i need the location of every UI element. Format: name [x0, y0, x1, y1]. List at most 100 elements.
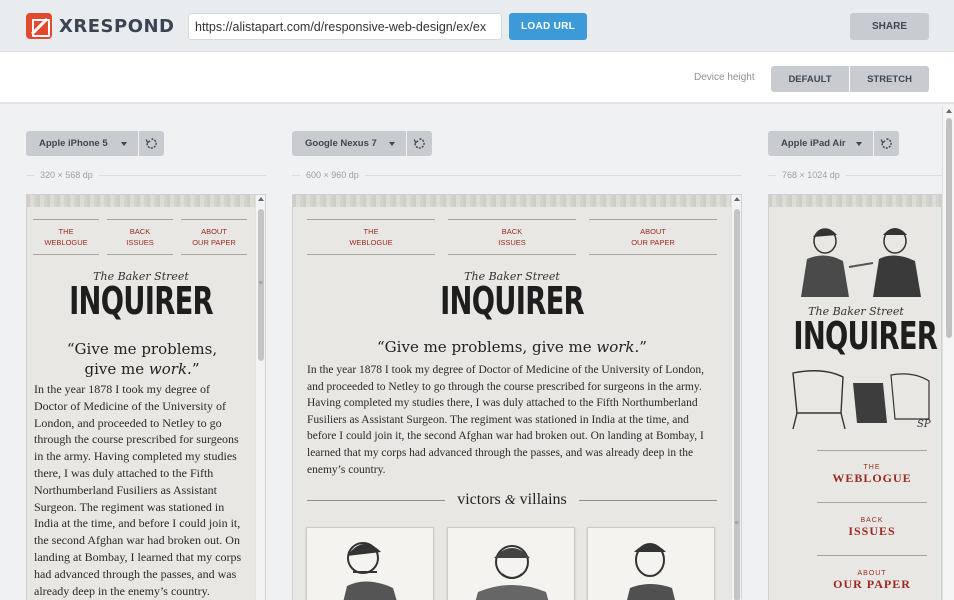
share-button[interactable]: SHARE — [850, 13, 929, 40]
workspace[interactable]: Apple iPhone 5 320 × 568 dp THE WEBLOGUE… — [0, 106, 954, 600]
nav-line2: ISSUES — [848, 524, 896, 538]
scroll-up-icon[interactable] — [258, 197, 264, 201]
dims-rule — [768, 174, 776, 176]
torn-edge — [769, 195, 941, 207]
nav-weblogue[interactable]: THE WEBLOGUE — [307, 219, 435, 255]
character-thumbnail[interactable] — [447, 527, 575, 600]
brand-main: INQUIRER — [440, 279, 585, 323]
section-rule — [578, 499, 718, 501]
nav-line2: WEBLOGUE — [349, 238, 393, 247]
character-thumbnail[interactable] — [306, 527, 434, 600]
quote-em: work. — [596, 338, 640, 356]
character-thumbnail[interactable] — [587, 527, 715, 600]
portrait-illustration — [343, 542, 397, 600]
section-heading: victors & villains — [307, 491, 718, 509]
nav-line2: OUR PAPER — [631, 238, 675, 247]
top-bar: XRESPOND LOAD URL SHARE — [0, 0, 954, 52]
nav-back-issues[interactable]: BACK ISSUES — [107, 219, 173, 255]
device-frame-iphone[interactable]: THE WEBLOGUE BACK ISSUES ABOUT OUR PAPER… — [26, 194, 266, 600]
scroll-thumb[interactable] — [734, 209, 740, 600]
device-height-bar: Device height DEFAULT STRETCH — [0, 52, 954, 104]
device-dims-nexus: 600 × 960 dp — [292, 170, 742, 180]
dims-rule — [845, 174, 942, 176]
grip-icon: ≡ — [258, 280, 263, 287]
site-viewport[interactable]: THE WEBLOGUE BACK ISSUES ABOUT OUR PAPER… — [27, 195, 255, 600]
section-rule — [307, 499, 446, 501]
xrespond-logo-icon — [26, 13, 52, 39]
device-dims-iphone: 320 × 568 dp — [26, 170, 266, 180]
portrait-illustration — [627, 543, 675, 600]
url-input[interactable] — [188, 13, 502, 40]
device-select-iphone[interactable]: Apple iPhone 5 — [26, 131, 138, 156]
site-nav: THE WEBLOGUE BACK ISSUES ABOUT OUR PAPER — [307, 219, 717, 255]
rotate-icon — [880, 138, 892, 149]
site-nav: THE WEBLOGUE BACK ISSUES ABOUT OUR PAPER — [33, 219, 247, 255]
rotate-button-ipad[interactable] — [874, 131, 899, 156]
frame-scrollbar[interactable]: ≡ — [731, 195, 741, 600]
nav-weblogue[interactable]: THE WEBLOGUE — [33, 219, 99, 255]
site-viewport[interactable]: THE WEBLOGUE BACK ISSUES ABOUT OUR PAPER… — [293, 195, 731, 600]
nav-line2: OUR PAPER — [192, 238, 236, 247]
nav-line2: OUR PAPER — [833, 577, 911, 591]
brand-main: INQUIRER — [69, 279, 214, 323]
nav-line1: BACK — [501, 227, 523, 236]
app-title: XRESPOND — [59, 15, 175, 37]
torn-edge — [27, 195, 255, 207]
page-scrollbar[interactable] — [942, 106, 954, 600]
dims-text: 600 × 960 dp — [306, 170, 359, 180]
site-masthead: The Baker Street INQUIRER — [293, 270, 731, 323]
nav-back-issues[interactable]: BACK ISSUES — [448, 219, 576, 255]
scroll-up-icon[interactable] — [734, 197, 740, 201]
nav-about[interactable]: ABOUT OUR PAPER — [589, 219, 717, 255]
nav-top-rule — [817, 450, 927, 451]
caret-down-icon — [389, 142, 395, 146]
rotate-button-nexus[interactable] — [407, 131, 432, 156]
brand-main: INQUIRER — [793, 314, 938, 358]
torn-edge — [293, 195, 731, 207]
dims-text: 768 × 1024 dp — [782, 170, 840, 180]
nav-line1: THE — [58, 227, 74, 236]
dims-text: 320 × 568 dp — [40, 170, 93, 180]
nav-line1: THE — [863, 464, 881, 471]
nav-line1: BACK — [129, 227, 151, 236]
device-name: Google Nexus 7 — [305, 138, 377, 149]
section-title-b: villains — [519, 491, 567, 508]
device-select-nexus[interactable]: Google Nexus 7 — [292, 131, 406, 156]
stretch-height-button[interactable]: STRETCH — [850, 66, 929, 92]
logo[interactable]: XRESPOND — [26, 13, 175, 39]
nav-about[interactable]: ABOUT OUR PAPER — [181, 219, 247, 255]
nav-weblogue[interactable]: THE WEBLOGUE — [817, 450, 927, 503]
device-frame-ipad[interactable]: The Baker Street INQUIRER SP THE WEBLOGU… — [768, 194, 942, 600]
nav-line2: ISSUES — [126, 238, 154, 247]
caret-down-icon — [121, 142, 127, 146]
frame-scrollbar[interactable]: ≡ — [255, 195, 265, 600]
site-quote: “Give me problems, give me work.” — [293, 337, 731, 357]
portrait-illustration — [475, 545, 549, 600]
nav-line1: BACK — [860, 517, 884, 524]
dims-rule — [292, 174, 300, 176]
nav-line1: ABOUT — [201, 227, 227, 236]
load-url-button[interactable]: LOAD URL — [509, 13, 587, 40]
quote-end: ” — [639, 338, 647, 356]
nav-line2: WEBLOGUE — [832, 471, 912, 485]
dims-rule — [364, 174, 742, 176]
nav-line1: ABOUT — [640, 227, 666, 236]
site-viewport[interactable]: The Baker Street INQUIRER SP THE WEBLOGU… — [769, 195, 941, 600]
device-select-ipad[interactable]: Apple iPad Air — [768, 131, 873, 156]
device-height-label: Device height — [694, 72, 755, 83]
device-name: Apple iPhone 5 — [39, 138, 108, 149]
default-height-button[interactable]: DEFAULT — [771, 66, 849, 92]
scroll-up-icon[interactable] — [946, 109, 952, 113]
device-frame-nexus[interactable]: THE WEBLOGUE BACK ISSUES ABOUT OUR PAPER… — [292, 194, 742, 600]
section-title-a: victors — [457, 491, 501, 508]
nav-line2: ISSUES — [498, 238, 526, 247]
rotate-button-iphone[interactable] — [139, 131, 164, 156]
quote-em: work. — [148, 360, 192, 378]
site-masthead: The Baker Street INQUIRER — [769, 305, 941, 358]
device-dims-ipad: 768 × 1024 dp — [768, 170, 942, 180]
nav-about[interactable]: ABOUT OUR PAPER — [817, 556, 927, 600]
nav-back-issues[interactable]: BACK ISSUES — [817, 503, 927, 556]
scroll-thumb[interactable] — [946, 118, 952, 338]
quote-start: “Give me problems, give me — [377, 338, 592, 356]
dims-rule — [98, 174, 266, 176]
